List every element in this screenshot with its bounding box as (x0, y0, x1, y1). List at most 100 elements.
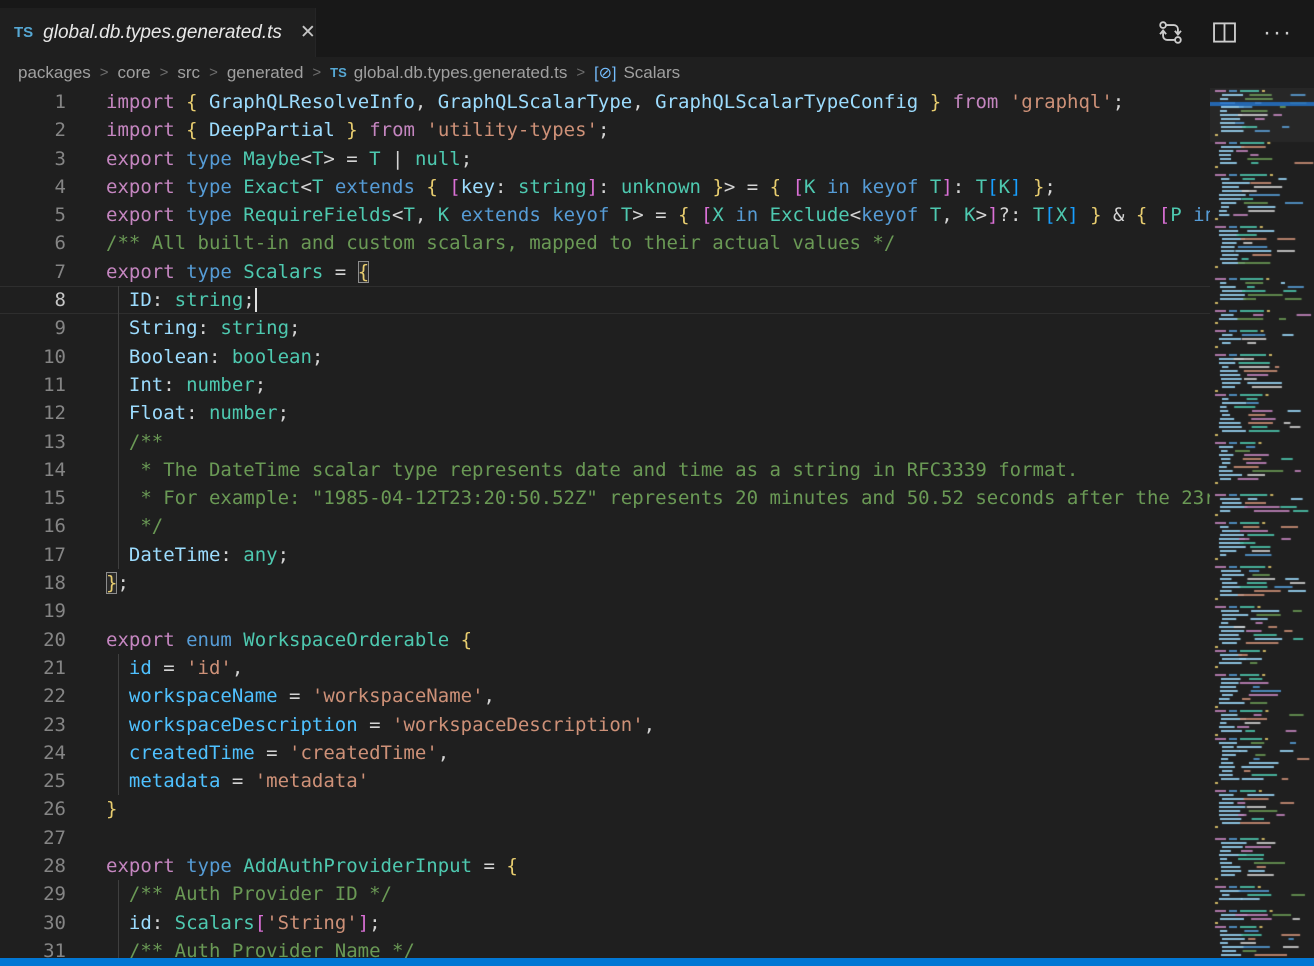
code-line-30[interactable]: 30 id: Scalars['String']; (0, 909, 1314, 937)
code-line-7[interactable]: 7export type Scalars = { (0, 258, 1314, 286)
code-line-4[interactable]: 4 export type Exact<T extends { [key: str… (0, 173, 1314, 201)
code-line-14[interactable]: 14 * The DateTime scalar type represents… (0, 456, 1314, 484)
line-number[interactable]: 26 (0, 795, 66, 823)
text-cursor (255, 288, 257, 312)
code-text: export type RequireFields<T, K extends k… (106, 201, 1314, 229)
line-number[interactable]: 3 (0, 145, 66, 173)
code-text: ID: string; (106, 286, 1314, 314)
indent-guide (118, 286, 119, 314)
code-line-11[interactable]: 11 Int: number; (0, 371, 1314, 399)
code-line-22[interactable]: 22 workspaceName = 'workspaceName', (0, 682, 1314, 710)
line-number[interactable]: 6 (0, 229, 66, 257)
code-line-24[interactable]: 24 createdTime = 'createdTime', (0, 739, 1314, 767)
breadcrumb-item-src[interactable]: src (177, 63, 200, 83)
line-number[interactable]: 16 (0, 512, 66, 540)
line-number[interactable]: 28 (0, 852, 66, 880)
code-line-1[interactable]: 1 import { GraphQLResolveInfo, GraphQLSca… (0, 88, 1314, 116)
line-number[interactable]: 13 (0, 428, 66, 456)
chevron-right-icon: > (209, 64, 218, 81)
code-line-26[interactable]: 26} (0, 795, 1314, 823)
indent-guide (118, 711, 119, 739)
line-number[interactable]: 15 (0, 484, 66, 512)
code-line-29[interactable]: 29 /** Auth Provider ID */ (0, 880, 1314, 908)
line-number[interactable]: 4 (0, 173, 66, 201)
minimap-canvas[interactable] (1210, 88, 1314, 966)
indent-guide (118, 682, 119, 710)
indent-guide (118, 739, 119, 767)
code-line-27[interactable]: 27 (0, 824, 1314, 852)
code-text: }; (106, 569, 1314, 597)
tab-bar: TS global.db.types.generated.ts ✕ (0, 0, 1314, 57)
line-number[interactable]: 17 (0, 541, 66, 569)
editor-actions: ··· (1156, 8, 1314, 57)
breadcrumb-item-symbol[interactable]: Scalars (623, 63, 680, 83)
indent-guide (118, 909, 119, 937)
code-editor[interactable]: 1 import { GraphQLResolveInfo, GraphQLSca… (0, 88, 1314, 966)
more-actions-icon[interactable]: ··· (1264, 19, 1292, 47)
minimap[interactable] (1210, 88, 1314, 966)
code-text: export type Exact<T extends { [key: stri… (106, 173, 1314, 201)
line-number[interactable]: 24 (0, 739, 66, 767)
code-text (106, 597, 1314, 625)
line-number[interactable]: 14 (0, 456, 66, 484)
breadcrumb-item-core[interactable]: core (118, 63, 151, 83)
code-line-9[interactable]: 9 String: string; (0, 314, 1314, 342)
code-line-19[interactable]: 19 (0, 597, 1314, 625)
line-number[interactable]: 21 (0, 654, 66, 682)
line-number[interactable]: 1 (0, 88, 66, 116)
line-number[interactable]: 25 (0, 767, 66, 795)
code-line-2[interactable]: 2import { DeepPartial } from 'utility-ty… (0, 116, 1314, 144)
vscode-window: TS global.db.types.generated.ts ✕ (0, 0, 1314, 966)
tab-close-icon[interactable]: ✕ (300, 23, 316, 42)
line-number[interactable]: 20 (0, 626, 66, 654)
code-line-6[interactable]: 6/** All built-in and custom scalars, ma… (0, 229, 1314, 257)
code-text: export enum WorkspaceOrderable { (106, 626, 1314, 654)
code-line-28[interactable]: 28export type AddAuthProviderInput = { (0, 852, 1314, 880)
indent-guide (118, 654, 119, 682)
code-line-21[interactable]: 21 id = 'id', (0, 654, 1314, 682)
breadcrumb-item-packages[interactable]: packages (18, 63, 91, 83)
line-number[interactable]: 8 (0, 286, 66, 314)
line-number[interactable]: 7 (0, 258, 66, 286)
breadcrumb-item-generated[interactable]: generated (227, 63, 304, 83)
line-number[interactable]: 22 (0, 682, 66, 710)
line-number[interactable]: 12 (0, 399, 66, 427)
code-line-5[interactable]: 5 export type RequireFields<T, K extends … (0, 201, 1314, 229)
line-number[interactable]: 18 (0, 569, 66, 597)
line-number[interactable]: 10 (0, 343, 66, 371)
code-line-23[interactable]: 23 workspaceDescription = 'workspaceDesc… (0, 711, 1314, 739)
line-number[interactable]: 30 (0, 909, 66, 937)
code-line-20[interactable]: 20 export enum WorkspaceOrderable { (0, 626, 1314, 654)
code-text: createdTime = 'createdTime', (106, 739, 1314, 767)
chevron-right-icon: > (100, 64, 109, 81)
tab-global-db-types-generated[interactable]: TS global.db.types.generated.ts ✕ (0, 8, 316, 57)
symbol-type-icon: [⊘] (594, 63, 616, 83)
code-line-18[interactable]: 18}; (0, 569, 1314, 597)
line-number[interactable]: 29 (0, 880, 66, 908)
code-text: export type Maybe<T> = T | null; (106, 145, 1314, 173)
line-number[interactable]: 2 (0, 116, 66, 144)
line-number[interactable]: 27 (0, 824, 66, 852)
line-number[interactable]: 9 (0, 314, 66, 342)
indent-guide (118, 428, 119, 456)
code-text: import { GraphQLResolveInfo, GraphQLScal… (106, 88, 1314, 116)
code-line-12[interactable]: 12 Float: number; (0, 399, 1314, 427)
line-number[interactable]: 5 (0, 201, 66, 229)
code-text: */ (106, 512, 1314, 540)
split-editor-icon[interactable] (1210, 19, 1238, 47)
open-changes-icon[interactable] (1156, 19, 1184, 47)
line-number[interactable]: 19 (0, 597, 66, 625)
code-line-25[interactable]: 25 metadata = 'metadata' (0, 767, 1314, 795)
code-line-13[interactable]: 13 /** (0, 428, 1314, 456)
code-line-16[interactable]: 16 */ (0, 512, 1314, 540)
breadcrumb: packages > core > src > generated > TS g… (0, 57, 1314, 88)
line-number[interactable]: 23 (0, 711, 66, 739)
breadcrumb-item-file[interactable]: global.db.types.generated.ts (354, 63, 568, 83)
code-line-17[interactable]: 17 DateTime: any; (0, 541, 1314, 569)
line-number[interactable]: 11 (0, 371, 66, 399)
code-line-8[interactable]: 8 ID: string; (0, 286, 1314, 314)
code-line-3[interactable]: 3 export type Maybe<T> = T | null; (0, 145, 1314, 173)
code-line-15[interactable]: 15 * For example: "1985-04-12T23:20:50.5… (0, 484, 1314, 512)
typescript-file-icon: TS (330, 65, 347, 80)
code-line-10[interactable]: 10 Boolean: boolean; (0, 343, 1314, 371)
